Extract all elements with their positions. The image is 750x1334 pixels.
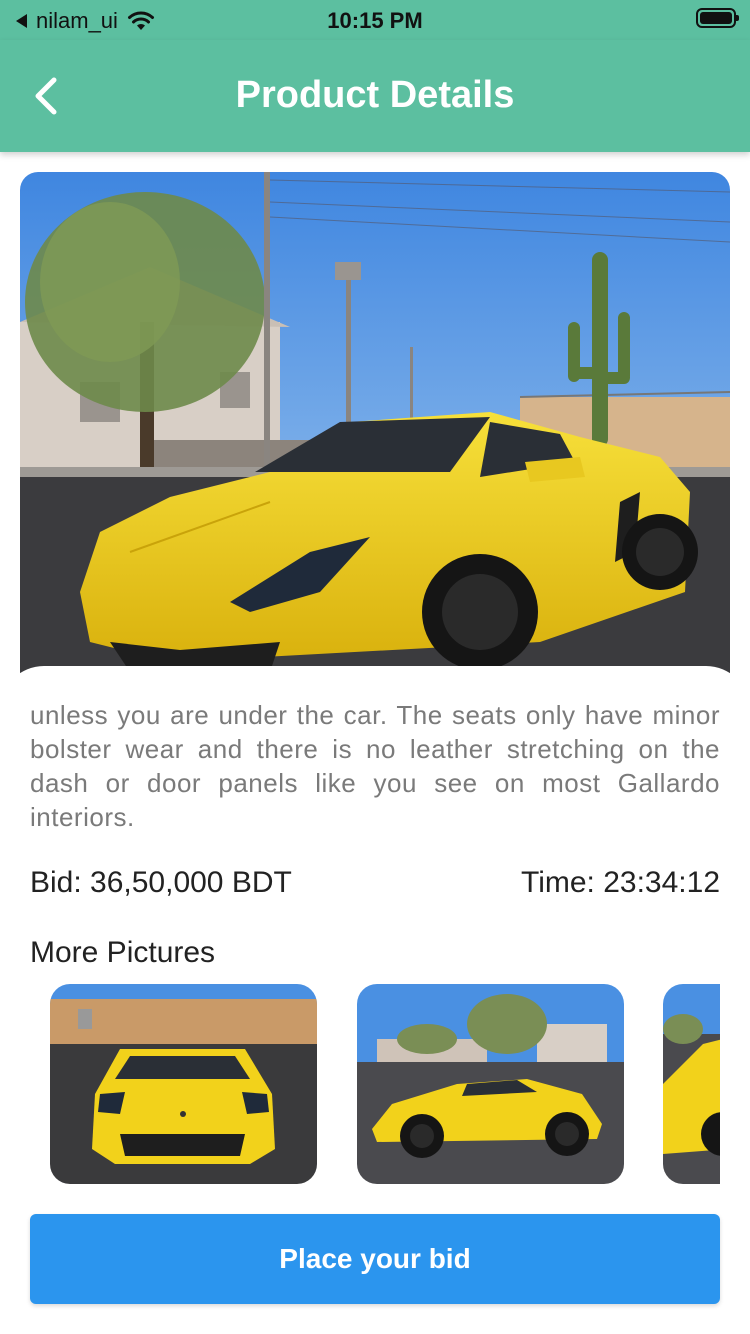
time-remaining: Time: 23:34:12 [521, 866, 720, 899]
more-pictures-title: More Pictures [30, 936, 216, 969]
place-bid-button[interactable]: Place your bid [30, 1214, 720, 1304]
bid-info-row: Bid: 36,50,000 BDT Time: 23:34:12 [30, 866, 720, 900]
status-bar: nilam_ui 10:15 PM [0, 0, 750, 40]
page-title: Product Details [235, 74, 515, 116]
bid-amount: Bid: 36,50,000 BDT [30, 866, 292, 899]
product-description: unless you are under the car. The seats … [30, 700, 720, 832]
car-photo [20, 172, 730, 692]
thumbnail-rear-view[interactable] [663, 984, 720, 1184]
product-main-image [20, 172, 730, 692]
app-bar: Product Details [0, 40, 750, 152]
thumbnail-front-view[interactable] [50, 984, 317, 1184]
thumbnail-side-view[interactable] [357, 984, 624, 1184]
more-pictures-carousel[interactable] [30, 984, 720, 1184]
status-time: 10:15 PM [327, 8, 423, 33]
details-sheet: unless you are under the car. The seats … [0, 666, 750, 1334]
battery-icon [696, 8, 739, 28]
